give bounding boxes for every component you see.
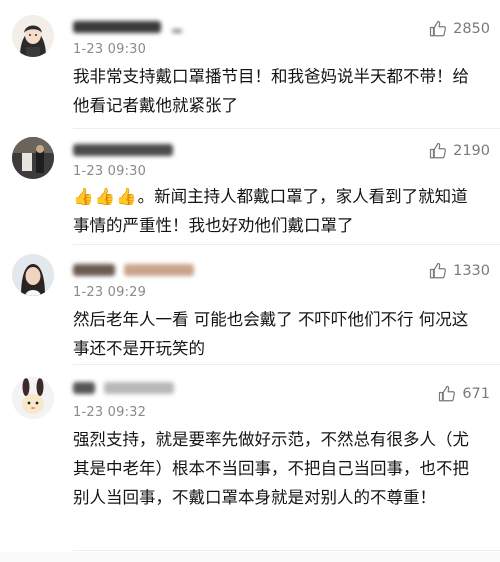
comment-time: 1-23 09:29 bbox=[73, 285, 147, 300]
like-count: 671 bbox=[462, 386, 490, 402]
thumbs-up-icon bbox=[439, 385, 456, 402]
thumbs-up-icon bbox=[429, 142, 447, 159]
comment-text: 我非常支持戴口罩播节目！和我爸妈说半天都不带！给他看记者戴他就紧张了 bbox=[73, 67, 469, 115]
room-photo-avatar-icon bbox=[12, 137, 54, 179]
like-button[interactable]: 2850 bbox=[429, 20, 490, 38]
thumbs-emoji: 👍👍👍 bbox=[73, 187, 138, 206]
avatar[interactable] bbox=[12, 377, 54, 419]
bunny-avatar-icon bbox=[12, 377, 54, 419]
divider bbox=[73, 550, 500, 551]
anime-girl-avatar-icon bbox=[12, 15, 54, 57]
thumbs-up-icon bbox=[429, 262, 447, 279]
comment-time: 1-23 09:32 bbox=[73, 405, 147, 420]
avatar[interactable] bbox=[12, 254, 54, 296]
like-button[interactable]: 671 bbox=[438, 385, 490, 403]
comment-text: 强烈支持，就是要率先做好示范，不然总有很多人（尤其是中老年）根本不当回事，不把自… bbox=[73, 430, 469, 507]
comment-time: 1-23 09:30 bbox=[73, 42, 147, 57]
avatar[interactable] bbox=[12, 137, 54, 179]
like-button[interactable]: 1330 bbox=[429, 262, 490, 280]
username-blurred[interactable] bbox=[73, 379, 175, 395]
thumbs-up-icon bbox=[429, 20, 447, 37]
username-blurred[interactable] bbox=[73, 141, 173, 157]
avatar[interactable] bbox=[12, 15, 54, 57]
woman-photo-avatar-icon bbox=[12, 254, 54, 296]
comment-item: 1-23 09:30 2190 👍👍👍。新闻主持人都戴口罩了，家人看到了就知道事… bbox=[0, 129, 500, 247]
comment-text: 👍👍👍。新闻主持人都戴口罩了，家人看到了就知道事情的严重性！我也好劝他们戴口罩了 bbox=[73, 182, 483, 240]
next-comment-peek bbox=[0, 552, 500, 562]
like-count: 2190 bbox=[453, 143, 490, 159]
comment-text: 然后老年人一看 可能也会戴了 不吓吓他们不行 何况这事还不是开玩笑的 bbox=[73, 310, 469, 358]
comment-item: 1-23 09:32 671 强烈支持，就是要率先做好示范，不然总有很多人（尤其… bbox=[0, 365, 500, 555]
divider bbox=[73, 244, 500, 245]
like-count: 1330 bbox=[453, 263, 490, 279]
like-button[interactable]: 2190 bbox=[429, 142, 490, 160]
comment-time: 1-23 09:30 bbox=[73, 164, 147, 179]
like-count: 2850 bbox=[453, 21, 490, 37]
username-blurred[interactable] bbox=[73, 18, 183, 34]
comment-item: 1-23 09:30 2850 我非常支持戴口罩播节目！和我爸妈说半天都不带！给… bbox=[0, 0, 500, 130]
username-blurred[interactable] bbox=[73, 261, 195, 277]
comment-item: 1-23 09:29 1330 然后老年人一看 可能也会戴了 不吓吓他们不行 何… bbox=[0, 247, 500, 365]
